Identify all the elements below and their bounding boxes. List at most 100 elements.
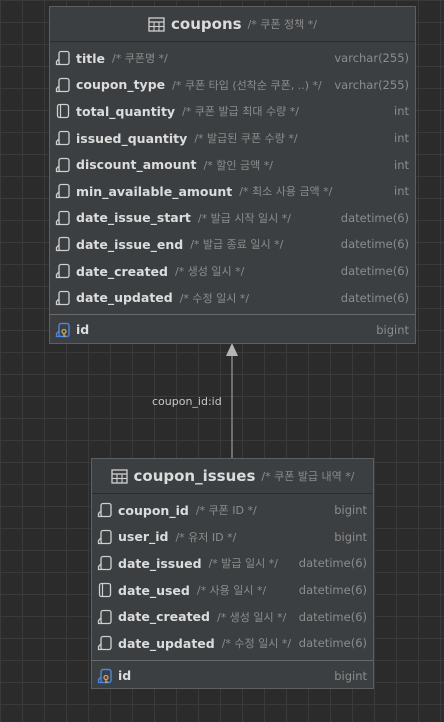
primary-key-list: id bigint — [50, 317, 415, 343]
column-type: bigint — [334, 529, 367, 544]
column-type: datetime(6) — [298, 609, 367, 624]
column-name: min_available_amount — [76, 183, 233, 199]
column-name: date_issued — [118, 555, 202, 571]
column-name: date_issue_end — [76, 236, 184, 252]
column-icon — [55, 157, 71, 173]
pk-divider — [50, 313, 415, 315]
column-type: varchar(255) — [334, 51, 409, 66]
column-comment: /* 쿠폰 발급 최대 수량 */ — [182, 105, 299, 119]
column-list: coupon_id /* 쿠폰 ID */ bigint user_id /* 유저 I… — [92, 494, 373, 657]
table-coupons[interactable]: coupons /* 쿠폰 정책 */ title /* 쿠폰명 */ varcha… — [49, 6, 416, 344]
column-name: date_used — [118, 582, 190, 598]
column-comment: /* 수정 일시 */ — [221, 637, 292, 651]
column-comment: /* 생성 일시 */ — [216, 610, 287, 624]
column-comment: /* 사용 일시 */ — [196, 584, 267, 598]
column-row[interactable]: date_created /* 생성 일시 */ datetime(6) — [50, 258, 415, 285]
column-type: bigint — [334, 503, 367, 518]
column-name: coupon_type — [76, 77, 166, 93]
column-row[interactable]: date_used /* 사용 일시 */ datetime(6) — [92, 577, 373, 604]
relation-label: coupon_id:id — [152, 395, 222, 408]
column-row[interactable]: date_updated /* 수정 일시 */ datetime(6) — [50, 284, 415, 311]
table-comment: /* 쿠폰 발급 내역 */ — [261, 470, 355, 483]
column-row[interactable]: issued_quantity /* 발급된 쿠폰 수량 */ int — [50, 125, 415, 152]
column-comment: /* 발급 일시 */ — [208, 557, 278, 571]
column-icon — [55, 50, 71, 66]
column-name: id — [76, 322, 90, 338]
column-comment: /* 발급 시작 일시 */ — [197, 211, 291, 225]
column-row[interactable]: coupon_type /* 쿠폰 타입 (선착순 쿠폰, ..) */ varch… — [50, 72, 415, 99]
column-list: title /* 쿠폰명 */ varchar(255) coupon_type /* … — [50, 42, 415, 311]
primary-key-icon — [55, 322, 71, 338]
column-name: discount_amount — [76, 157, 197, 173]
column-icon — [55, 77, 71, 93]
column-comment: /* 최소 사용 금액 */ — [239, 185, 333, 199]
column-icon — [97, 635, 113, 651]
column-type: datetime(6) — [298, 636, 367, 651]
column-name: issued_quantity — [76, 130, 188, 146]
column-comment: /* 수정 일시 */ — [179, 291, 250, 305]
column-comment: /* 생성 일시 */ — [174, 265, 245, 279]
column-row[interactable]: date_issue_end /* 발급 종료 일시 */ datetime(6) — [50, 231, 415, 258]
column-name: date_created — [118, 609, 210, 625]
table-name: coupon_issues — [133, 467, 256, 485]
column-comment: /* 유저 ID */ — [175, 530, 237, 544]
column-name: coupon_id — [118, 502, 189, 518]
column-row[interactable]: coupon_id /* 쿠폰 ID */ bigint — [92, 497, 373, 524]
column-row[interactable]: date_created /* 생성 일시 */ datetime(6) — [92, 603, 373, 630]
column-icon — [97, 529, 113, 545]
column-icon — [55, 183, 71, 199]
column-row[interactable]: date_issue_start /* 발급 시작 일시 */ datetime(6… — [50, 205, 415, 232]
primary-key-icon — [97, 668, 113, 684]
table-coupon-issues[interactable]: coupon_issues /* 쿠폰 발급 내역 */ coupon_id /*… — [91, 458, 374, 689]
table-icon — [110, 468, 128, 484]
column-name: date_created — [76, 263, 168, 279]
column-name: date_updated — [118, 635, 215, 651]
column-type: bigint — [334, 668, 367, 683]
column-type: bigint — [376, 322, 409, 337]
column-icon — [55, 210, 71, 226]
column-type: datetime(6) — [340, 264, 409, 279]
column-row[interactable]: date_issued /* 발급 일시 */ datetime(6) — [92, 550, 373, 577]
column-row[interactable]: id bigint — [92, 663, 373, 689]
table-name: coupons — [171, 15, 242, 33]
column-icon — [55, 290, 71, 306]
column-name: user_id — [118, 529, 169, 545]
primary-key-list: id bigint — [92, 663, 373, 689]
table-icon — [148, 16, 165, 32]
table-header: coupon_issues /* 쿠폰 발급 내역 */ — [92, 459, 373, 494]
column-comment: /* 할인 금액 */ — [203, 158, 273, 172]
column-type: varchar(255) — [334, 77, 409, 92]
column-name: date_updated — [76, 290, 173, 306]
column-name: date_issue_start — [76, 210, 191, 226]
column-type: datetime(6) — [340, 237, 409, 252]
column-row[interactable]: date_updated /* 수정 일시 */ datetime(6) — [92, 630, 373, 657]
relation-arrowhead — [226, 343, 238, 356]
column-row[interactable]: title /* 쿠폰명 */ varchar(255) — [50, 45, 415, 72]
column-comment: /* 발급 종료 일시 */ — [190, 238, 284, 252]
column-name: total_quantity — [76, 103, 176, 119]
column-row[interactable]: user_id /* 유저 ID */ bigint — [92, 524, 373, 551]
table-comment: /* 쿠폰 정책 */ — [247, 18, 317, 31]
column-type: datetime(6) — [298, 583, 367, 598]
column-icon — [97, 502, 113, 518]
column-type: int — [394, 131, 409, 146]
column-type: datetime(6) — [340, 290, 409, 305]
column-row[interactable]: id bigint — [50, 317, 415, 343]
column-row[interactable]: min_available_amount /* 최소 사용 금액 */ int — [50, 178, 415, 205]
column-icon — [97, 609, 113, 625]
column-type: int — [394, 184, 409, 199]
column-comment: /* 쿠폰 타입 (선착순 쿠폰, ..) */ — [172, 78, 322, 92]
table-header: coupons /* 쿠폰 정책 */ — [50, 7, 415, 42]
column-row[interactable]: total_quantity /* 쿠폰 발급 최대 수량 */ int — [50, 98, 415, 125]
column-comment: /* 쿠폰 ID */ — [195, 504, 257, 518]
nullable-column-icon — [55, 103, 71, 119]
column-type: datetime(6) — [340, 210, 409, 225]
column-icon — [55, 236, 71, 252]
column-row[interactable]: discount_amount /* 할인 금액 */ int — [50, 151, 415, 178]
column-name: id — [118, 668, 132, 684]
column-name: title — [76, 50, 105, 66]
column-type: int — [394, 157, 409, 172]
nullable-column-icon — [97, 582, 113, 598]
column-comment: /* 발급된 쿠폰 수량 */ — [194, 132, 298, 146]
column-type: int — [394, 104, 409, 119]
